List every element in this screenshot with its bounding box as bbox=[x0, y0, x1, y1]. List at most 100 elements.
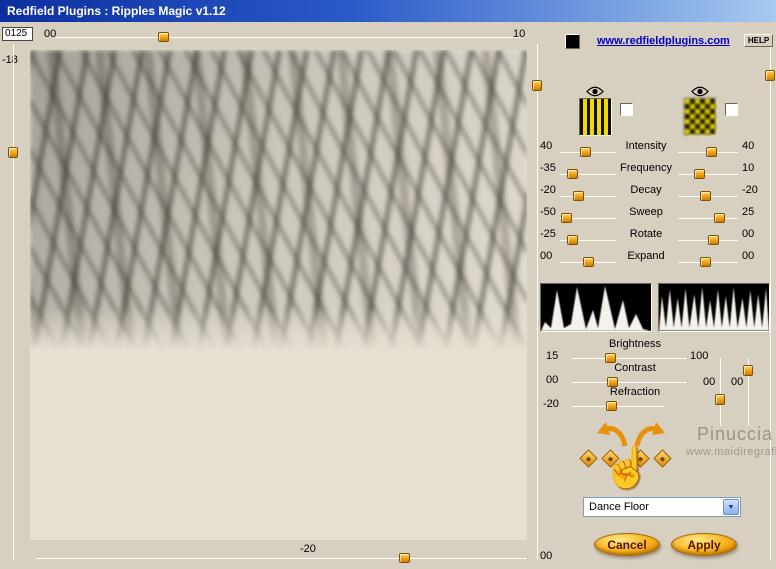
help-button[interactable]: HELP bbox=[744, 34, 773, 47]
top-slider-right-label: 10 bbox=[513, 28, 526, 40]
param-name: Sweep bbox=[629, 206, 663, 218]
watermark-site: www.maidiregrafica. bbox=[686, 446, 776, 458]
param-left-value: 00 bbox=[540, 250, 553, 262]
dropdown-button[interactable]: ▼ bbox=[723, 499, 739, 515]
bottom-slider-label: -20 bbox=[300, 543, 316, 555]
slider-handle[interactable] bbox=[700, 257, 711, 267]
param-left-value: -20 bbox=[540, 184, 556, 196]
param-name: Expand bbox=[627, 250, 665, 262]
refraction-slider-handle[interactable] bbox=[605, 401, 617, 411]
refraction-label: Refraction bbox=[609, 386, 661, 398]
apply-button[interactable]: Apply bbox=[671, 533, 737, 556]
bottom-right-value: 00 bbox=[540, 550, 553, 562]
eye-icon[interactable] bbox=[586, 84, 604, 97]
frequency-left-slider[interactable] bbox=[560, 169, 616, 179]
rotate-left-slider[interactable] bbox=[560, 235, 616, 245]
bottom-slider-handle[interactable] bbox=[398, 553, 410, 563]
intensity-right-slider[interactable] bbox=[678, 147, 738, 157]
slider-handle[interactable] bbox=[694, 169, 705, 179]
param-right-value: 25 bbox=[742, 206, 755, 218]
param-left-value: -35 bbox=[540, 162, 556, 174]
frequency-right-slider[interactable] bbox=[678, 169, 738, 179]
slider-handle[interactable] bbox=[567, 235, 579, 245]
plugin-window: Redfield Plugins : Ripples Magic v1.12 0… bbox=[0, 0, 776, 569]
texture-checkbox-2[interactable] bbox=[725, 103, 738, 116]
param-right-value: -20 bbox=[742, 184, 758, 196]
slider-handle[interactable] bbox=[706, 147, 717, 157]
param-left-value: -25 bbox=[540, 228, 556, 240]
slider-handle[interactable] bbox=[567, 169, 579, 179]
ripple-pattern bbox=[30, 50, 527, 350]
expand-left-slider[interactable] bbox=[560, 257, 616, 267]
top-slider-handle[interactable] bbox=[157, 32, 169, 42]
brightness-slider[interactable] bbox=[572, 353, 686, 363]
slider-handle[interactable] bbox=[713, 213, 725, 223]
param-row-decay: -20 Decay -20 bbox=[538, 182, 772, 202]
param-right-value: 00 bbox=[742, 250, 755, 262]
sweep-left-slider[interactable] bbox=[560, 213, 616, 223]
brightness-left-value: 15 bbox=[546, 350, 559, 362]
far-right-vertical-slider[interactable] bbox=[765, 44, 775, 560]
param-row-expand: 00 Expand 00 bbox=[538, 248, 772, 268]
param-left-value: 40 bbox=[540, 140, 553, 152]
texture-thumbnail-checker[interactable] bbox=[684, 98, 717, 136]
offset-y-slider[interactable] bbox=[743, 358, 753, 426]
preview-image[interactable] bbox=[30, 50, 527, 540]
param-name: Rotate bbox=[629, 228, 663, 240]
left-vertical-slider-handle[interactable] bbox=[8, 147, 18, 159]
param-name: Intensity bbox=[625, 140, 667, 152]
cancel-button[interactable]: Cancel bbox=[594, 533, 660, 556]
titlebar[interactable]: Redfield Plugins : Ripples Magic v1.12 bbox=[0, 0, 776, 22]
slider-handle[interactable] bbox=[580, 147, 592, 157]
contrast-left-value: 00 bbox=[546, 374, 559, 386]
seed-field[interactable]: 0125 bbox=[2, 27, 33, 41]
sweep-right-slider[interactable] bbox=[678, 213, 738, 223]
watermark-name: Pinuccia bbox=[697, 424, 774, 444]
window-title: Redfield Plugins : Ripples Magic v1.12 bbox=[7, 4, 226, 18]
refraction-slider[interactable] bbox=[572, 401, 664, 411]
slider-handle[interactable] bbox=[572, 191, 584, 201]
decay-left-slider[interactable] bbox=[560, 191, 616, 201]
top-slider[interactable] bbox=[56, 32, 520, 42]
offset-x-handle[interactable] bbox=[715, 393, 725, 405]
rotate-right-slider[interactable] bbox=[678, 235, 738, 245]
offset-x-value: 00 bbox=[703, 376, 716, 388]
slider-handle[interactable] bbox=[700, 191, 711, 201]
contrast-label: Contrast bbox=[614, 362, 656, 374]
left-vertical-slider[interactable] bbox=[8, 44, 18, 560]
preview-right-vertical-slider[interactable] bbox=[532, 44, 542, 560]
expand-right-slider[interactable] bbox=[678, 257, 738, 267]
slider-handle[interactable] bbox=[707, 235, 719, 245]
color-swatch-button[interactable] bbox=[565, 34, 580, 49]
texture-thumbnail-stripes[interactable] bbox=[579, 98, 612, 136]
param-right-value: 40 bbox=[742, 140, 755, 152]
waveform-display-right bbox=[658, 283, 770, 332]
offset-y-handle[interactable] bbox=[743, 365, 753, 377]
refraction-left-value: -20 bbox=[543, 398, 559, 410]
waveform-display-left bbox=[540, 283, 652, 332]
param-row-intensity: 40 Intensity 40 bbox=[538, 138, 772, 158]
decay-right-slider[interactable] bbox=[678, 191, 738, 201]
left-slider-label: -18 bbox=[2, 54, 18, 66]
brightness-right-value: 100 bbox=[690, 350, 709, 362]
slider-handle[interactable] bbox=[560, 213, 572, 223]
brightness-label: Brightness bbox=[609, 338, 661, 350]
diamond-icon bbox=[579, 449, 598, 468]
param-name: Decay bbox=[630, 184, 662, 196]
param-row-rotate: -25 Rotate 00 bbox=[538, 226, 772, 246]
eye-icon[interactable] bbox=[691, 84, 709, 97]
website-link[interactable]: www.redfieldplugins.com bbox=[597, 35, 730, 47]
texture-checkbox-1[interactable] bbox=[620, 103, 633, 116]
param-right-value: 00 bbox=[742, 228, 755, 240]
param-right-value: 10 bbox=[742, 162, 755, 174]
preset-dropdown[interactable]: Dance Floor ▼ bbox=[583, 497, 741, 517]
offset-x-slider[interactable] bbox=[715, 358, 725, 426]
far-right-slider-handle[interactable] bbox=[765, 69, 775, 81]
contrast-slider[interactable] bbox=[572, 377, 686, 387]
bottom-slider[interactable] bbox=[36, 553, 526, 563]
slider-handle[interactable] bbox=[583, 257, 594, 267]
preview-right-slider-handle[interactable] bbox=[532, 80, 542, 92]
chevron-down-icon: ▼ bbox=[727, 504, 735, 511]
top-slider-left-label: 00 bbox=[44, 28, 57, 40]
intensity-left-slider[interactable] bbox=[560, 147, 616, 157]
